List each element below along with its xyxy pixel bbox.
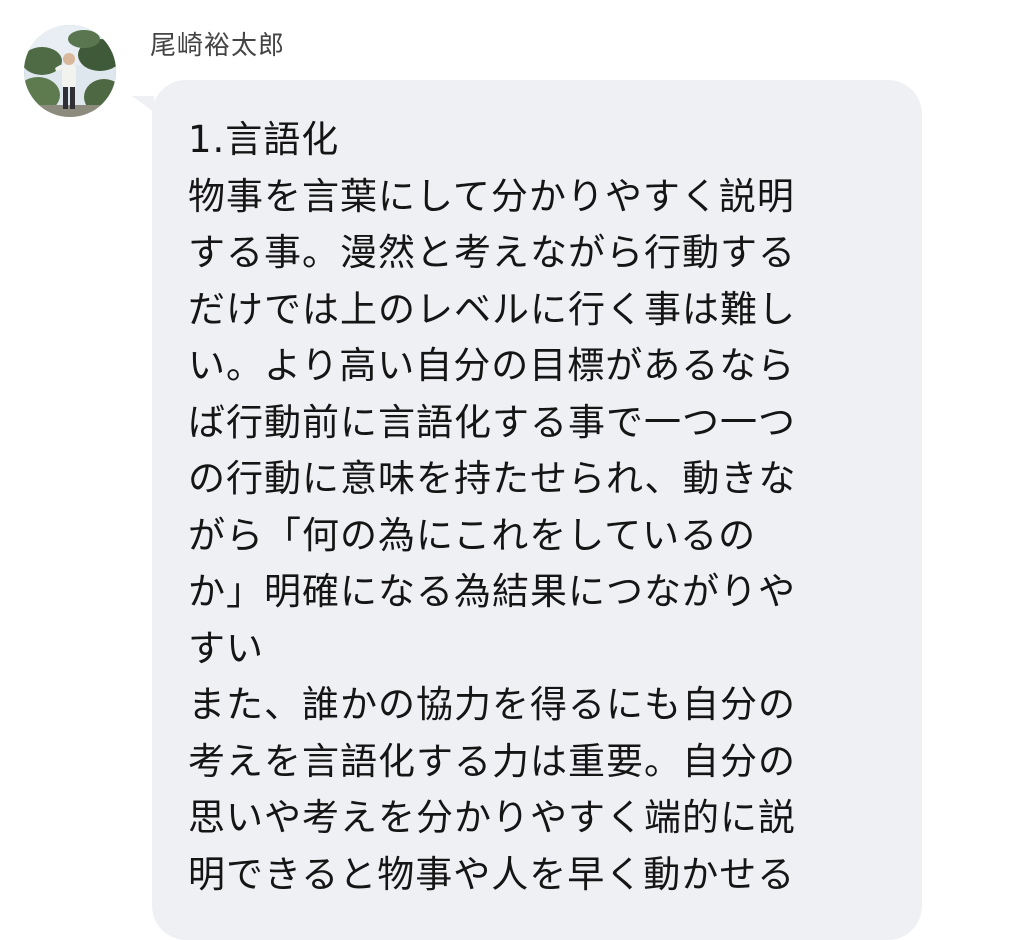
message-line: だけでは上のレベルに行く事は難し	[188, 287, 796, 331]
message-line: する事。漫然と考えながら行動する	[188, 231, 796, 274]
message-text: 1.言語化物事を言葉にして分かりやすく説明 する事。漫然と考えながら行動する だけで…	[188, 112, 908, 903]
message-line: すい	[188, 626, 264, 670]
message-line: 明できると物事や人を早く動かせる	[188, 852, 796, 896]
message-line: い。より高い自分の目標があるなら	[188, 344, 796, 387]
message-line: ば行動前に言語化する事で一つ一つ	[188, 400, 796, 444]
message-line: 思いや考えを分かりやすく端的に説	[188, 796, 796, 839]
message-line: また、誰かの協力を得るにも自分の	[188, 683, 796, 726]
bubble-tail	[132, 96, 154, 112]
message-line: 1.言語化	[188, 118, 340, 161]
message-line: か」明確になる為結果につながりや	[188, 570, 796, 613]
avatar[interactable]	[24, 25, 116, 117]
person-photo-icon	[24, 25, 116, 117]
message-line: 考えを言語化する力は重要。自分の	[188, 739, 796, 783]
message-line: 物事を言葉にして分かりやすく説明	[188, 174, 795, 218]
sender-name: 尾崎裕太郎	[150, 31, 286, 61]
message-line: がら「何の為にこれをしているの	[188, 513, 757, 557]
message-line: の行動に意味を持たせられ、動きな	[188, 457, 797, 500]
